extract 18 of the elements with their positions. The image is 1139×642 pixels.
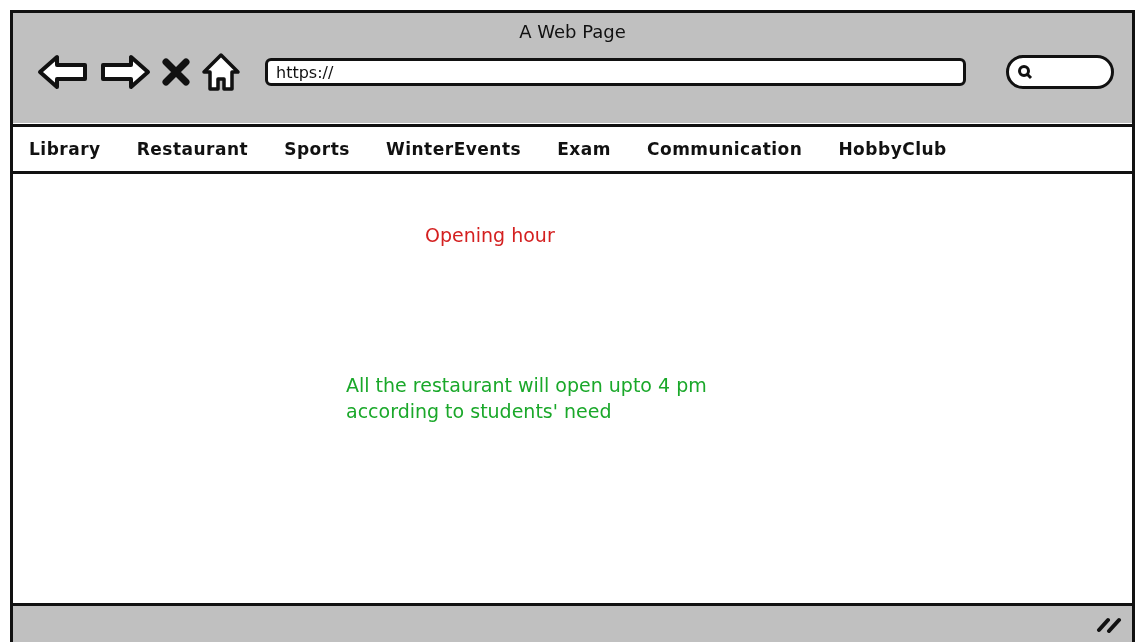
nav-link[interactable]: WinterEvents bbox=[385, 139, 522, 159]
nav-link[interactable]: HobbyClub bbox=[838, 139, 947, 159]
paragraph: All the restaurant will open upto 4 pm according to students' need bbox=[346, 373, 707, 424]
section-heading: Opening hour bbox=[425, 224, 555, 246]
nav-link[interactable]: Communication bbox=[647, 139, 803, 159]
forward-icon[interactable] bbox=[99, 54, 151, 90]
address-field[interactable]: https:// bbox=[265, 58, 966, 86]
nav-link[interactable]: Exam bbox=[557, 139, 611, 159]
back-icon[interactable] bbox=[37, 54, 89, 90]
home-icon[interactable] bbox=[201, 52, 241, 92]
nav-link[interactable]: Restaurant bbox=[136, 139, 249, 159]
resize-grip-icon[interactable] bbox=[1096, 615, 1122, 633]
nav-link[interactable]: Sports bbox=[284, 139, 350, 159]
search-field[interactable] bbox=[1006, 55, 1114, 89]
search-icon bbox=[1017, 64, 1033, 80]
window-title: A Web Page bbox=[519, 21, 626, 42]
nav-link[interactable]: Library bbox=[29, 139, 101, 159]
close-icon[interactable] bbox=[161, 57, 191, 87]
